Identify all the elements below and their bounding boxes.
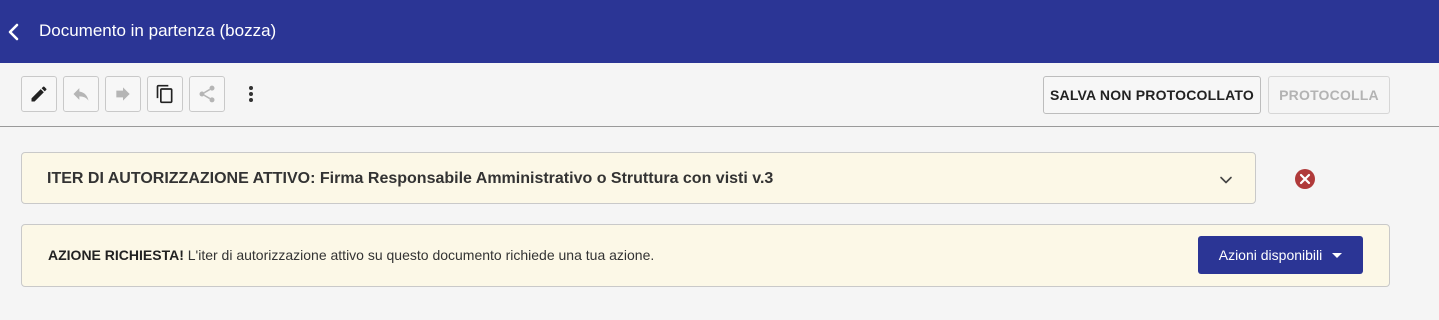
back-button[interactable]: [4, 20, 22, 44]
iter-title: ITER DI AUTORIZZAZIONE ATTIVO: Firma Res…: [47, 170, 774, 187]
app-header: Documento in partenza (bozza): [0, 0, 1439, 63]
required-action-label: AZIONE RICHIESTA!: [48, 247, 184, 263]
required-action-text: L'iter di autorizzazione attivo su quest…: [183, 247, 655, 263]
chevron-down-icon[interactable]: [1219, 173, 1233, 187]
reply-icon: [73, 88, 89, 101]
available-actions-dropdown[interactable]: Azioni disponibili: [1198, 236, 1363, 274]
save-unregistered-button[interactable]: SALVA NON PROTOCOLLATO: [1043, 76, 1261, 114]
pencil-icon: [31, 86, 47, 102]
required-action-panel: AZIONE RICHIESTA! L'iter di autorizzazio…: [21, 224, 1390, 287]
share-button[interactable]: [189, 76, 225, 112]
forward-icon: [116, 87, 130, 101]
reply-button[interactable]: [63, 76, 99, 112]
edit-button[interactable]: [21, 76, 57, 112]
forward-button[interactable]: [105, 76, 141, 112]
protocol-button[interactable]: PROTOCOLLA: [1268, 76, 1390, 114]
share-icon: [199, 85, 215, 103]
more-vertical-icon: [249, 86, 253, 102]
available-actions-label: Azioni disponibili: [1218, 247, 1323, 263]
authorization-iter-panel[interactable]: ITER DI AUTORIZZAZIONE ATTIVO: Firma Res…: [21, 152, 1256, 204]
chevron-left-icon: [8, 23, 19, 41]
toolbar: SALVA NON PROTOCOLLATO PROTOCOLLA: [0, 63, 1439, 127]
copy-icon: [156, 84, 173, 104]
page-title: Documento in partenza (bozza): [39, 21, 277, 40]
copy-button[interactable]: [147, 76, 183, 112]
close-circle-icon[interactable]: [1294, 168, 1316, 190]
more-options-button[interactable]: [241, 76, 261, 112]
required-action-message: AZIONE RICHIESTA! L'iter di autorizzazio…: [48, 247, 654, 263]
caret-down-icon: [1332, 252, 1343, 258]
